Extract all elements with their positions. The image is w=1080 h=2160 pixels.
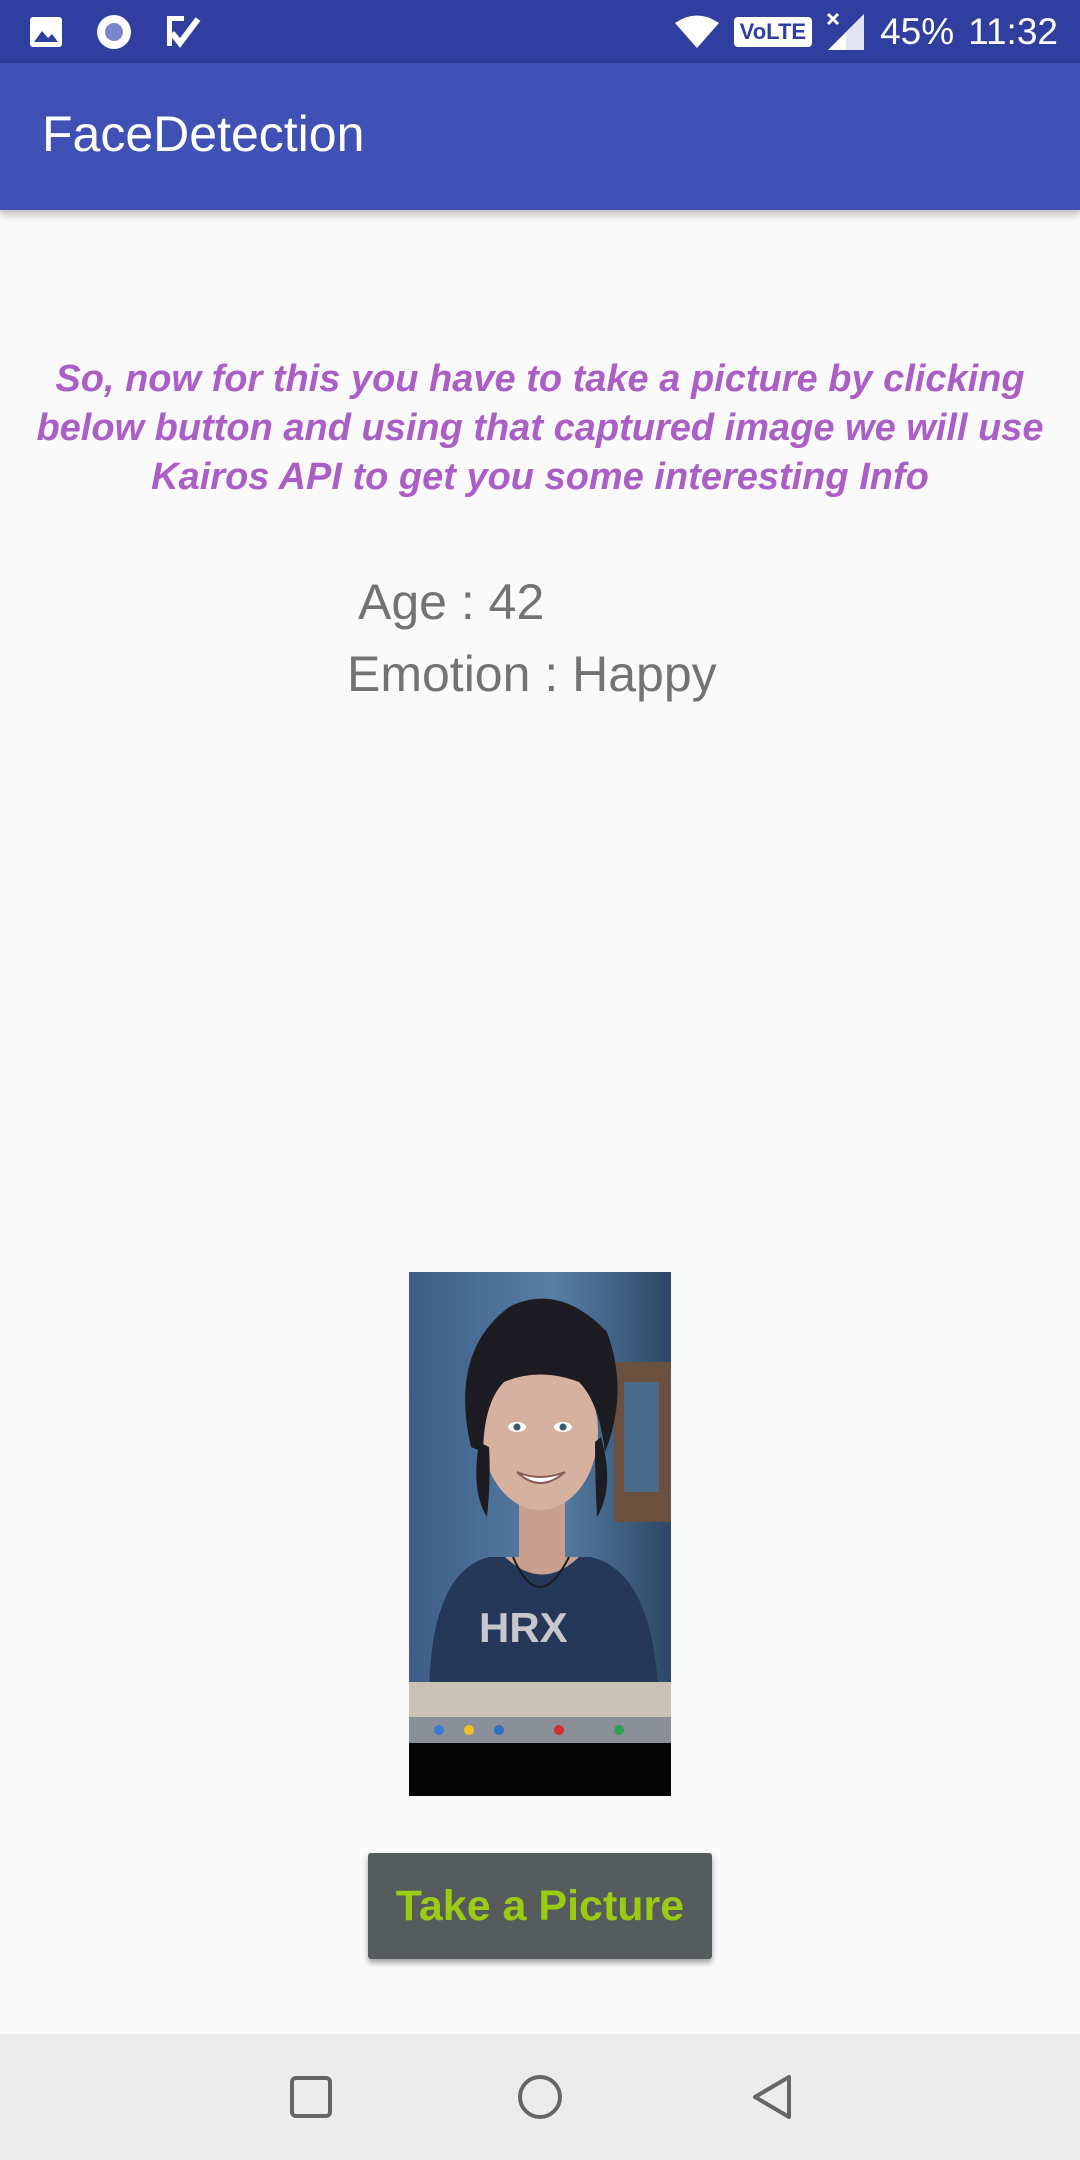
clock: 11:32 bbox=[968, 11, 1058, 52]
recents-button[interactable] bbox=[276, 2062, 346, 2132]
volte-icon: VoLTE bbox=[733, 17, 813, 47]
battery-level: 45% bbox=[880, 11, 955, 52]
notification-icons bbox=[28, 12, 202, 52]
app-bar: FaceDetection bbox=[0, 63, 1080, 210]
home-icon bbox=[518, 2075, 562, 2119]
signal-icon bbox=[827, 12, 865, 50]
navigation-bar bbox=[0, 2034, 1080, 2160]
recents-icon bbox=[290, 2076, 332, 2118]
record-icon bbox=[97, 15, 131, 49]
home-button[interactable] bbox=[505, 2062, 575, 2132]
system-icons: VoLTE 45% 11:32 bbox=[674, 10, 1058, 54]
task-check-icon bbox=[167, 16, 201, 48]
shirt-logo-text: HRX bbox=[479, 1604, 568, 1651]
emotion-result: Emotion : Happy bbox=[347, 646, 717, 702]
back-icon bbox=[753, 2075, 791, 2119]
status-bar: VoLTE 45% 11:32 bbox=[0, 0, 1080, 63]
back-button[interactable] bbox=[737, 2062, 807, 2132]
age-result: Age : 42 bbox=[358, 574, 545, 630]
take-picture-button[interactable]: Take a Picture bbox=[368, 1853, 712, 1959]
instructions-text: So, now for this you have to take a pict… bbox=[36, 358, 1044, 498]
captured-photo: HRX bbox=[409, 1272, 671, 1796]
image-icon bbox=[30, 17, 62, 47]
app-title: FaceDetection bbox=[42, 106, 365, 162]
wifi-icon bbox=[674, 15, 719, 48]
